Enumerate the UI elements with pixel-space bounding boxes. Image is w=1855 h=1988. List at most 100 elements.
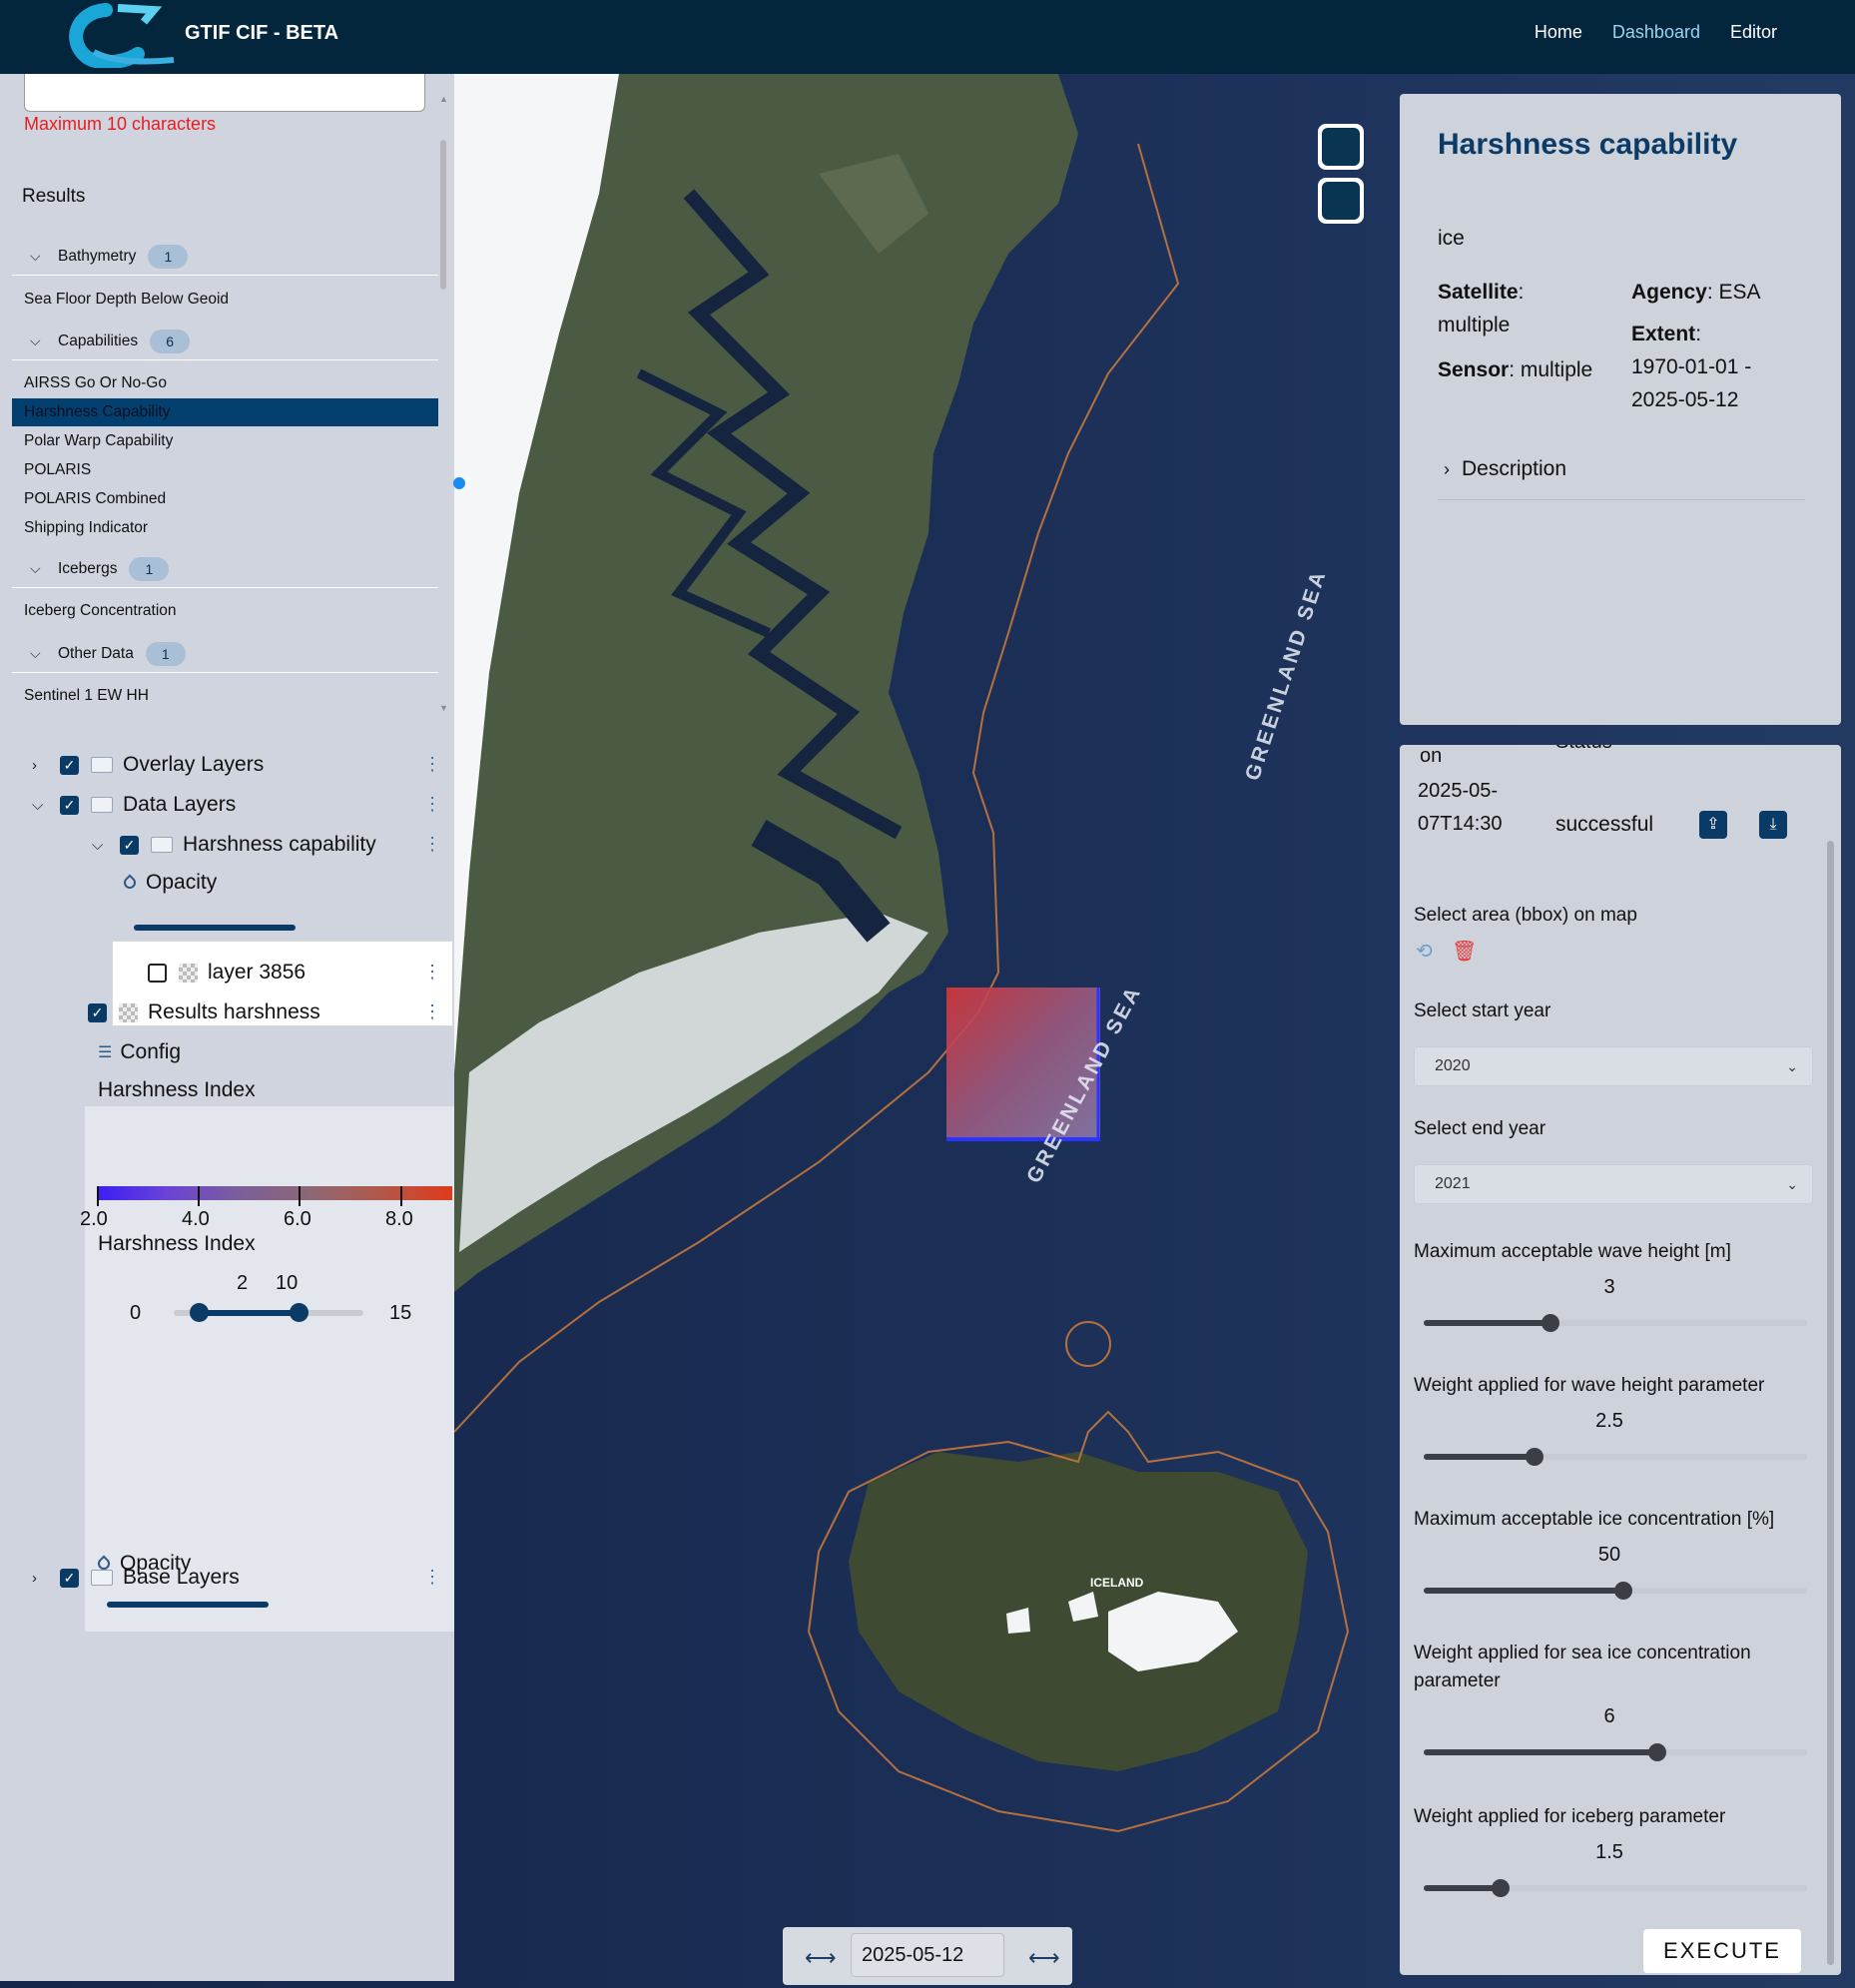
- execute-button[interactable]: EXECUTE: [1643, 1929, 1801, 1973]
- nav-home[interactable]: Home: [1535, 22, 1582, 43]
- app-logo[interactable]: [66, 2, 178, 68]
- description-toggle[interactable]: › Description: [1444, 457, 1566, 481]
- list-item[interactable]: POLARIS Combined: [24, 485, 166, 513]
- start-year-select[interactable]: 2020 ⌄: [1414, 1046, 1813, 1086]
- checkbox-unchecked[interactable]: [148, 963, 167, 983]
- upload-button[interactable]: ⇪: [1699, 811, 1727, 839]
- list-item[interactable]: Sentinel 1 EW HH: [24, 682, 149, 710]
- layer-data[interactable]: ⌵ ✓ Data Layers: [32, 789, 236, 821]
- range-low-value: 2: [237, 1272, 249, 1294]
- range-slider-low-handle[interactable]: [190, 1303, 209, 1322]
- checkbox-checked[interactable]: ✓: [60, 1568, 79, 1588]
- param-slider-handle[interactable]: [1648, 1743, 1667, 1761]
- trash-icon[interactable]: 🗑: [1452, 939, 1477, 964]
- compare-map-button[interactable]: [1318, 178, 1364, 224]
- panel-scrollbar[interactable]: [1827, 841, 1834, 1965]
- param-value: 3: [1603, 1276, 1615, 1298]
- results-scrollbar[interactable]: [440, 140, 446, 290]
- scroll-up-icon[interactable]: ▲: [439, 94, 448, 104]
- draw-bbox-icon[interactable]: ⟲: [1416, 939, 1433, 964]
- layer-base[interactable]: › ✓ Base Layers: [32, 1562, 240, 1594]
- nav-editor[interactable]: Editor: [1730, 22, 1777, 43]
- main-nav: Home Dashboard Editor: [1535, 22, 1777, 43]
- column-header-on: on: [1420, 745, 1443, 767]
- layer-harshness-group[interactable]: ⌵ ✓ Harshness capability: [92, 829, 376, 861]
- param-slider[interactable]: [1424, 1582, 1807, 1600]
- param-slider-fill: [1424, 1454, 1536, 1460]
- list-item[interactable]: Sea Floor Depth Below Geoid: [24, 286, 229, 314]
- range-high-value: 10: [276, 1272, 299, 1294]
- chevron-down-icon[interactable]: ⌵: [92, 837, 106, 854]
- param-slider[interactable]: [1424, 1879, 1807, 1897]
- chevron-right-icon[interactable]: ›: [32, 757, 46, 774]
- layer-label: Results harshness: [148, 1000, 320, 1023]
- layer-label: Base Layers: [123, 1566, 240, 1589]
- date-next-icon[interactable]: ⟷: [1028, 1945, 1060, 1971]
- add-map-button[interactable]: [1318, 124, 1364, 170]
- more-options-icon[interactable]: ⋮: [423, 1568, 441, 1586]
- chevron-right-icon: ›: [1444, 458, 1450, 479]
- param-slider-handle[interactable]: [1541, 1314, 1559, 1332]
- param-value: 2.5: [1595, 1410, 1623, 1432]
- job-date: 2025-05-07T14:30: [1418, 780, 1503, 835]
- chevron-right-icon[interactable]: ›: [32, 1570, 46, 1587]
- checkbox-checked[interactable]: ✓: [120, 835, 139, 855]
- list-item[interactable]: Iceberg Concentration: [24, 597, 177, 625]
- map-compare-icon: [1322, 182, 1360, 220]
- param-slider-handle[interactable]: [1491, 1879, 1510, 1897]
- checkbox-checked[interactable]: ✓: [88, 1002, 107, 1022]
- opacity-slider[interactable]: [107, 1602, 269, 1608]
- colorbar-label: 4.0: [182, 1208, 210, 1230]
- param-slider[interactable]: [1424, 1448, 1807, 1466]
- param-slider[interactable]: [1424, 1314, 1807, 1332]
- input-error-message: Maximum 10 characters: [24, 114, 217, 134]
- more-options-icon[interactable]: ⋮: [423, 795, 441, 813]
- chevron-down-icon[interactable]: ⌵: [32, 797, 46, 814]
- more-options-icon[interactable]: ⋮: [423, 835, 441, 853]
- param-slider-handle[interactable]: [1613, 1582, 1632, 1600]
- legend-title: Harshness Index: [98, 1078, 256, 1101]
- list-item[interactable]: Polar Warp Capability: [24, 427, 173, 455]
- opacity-slider[interactable]: [134, 925, 296, 931]
- range-slider-high-handle[interactable]: [290, 1303, 309, 1322]
- param-slider[interactable]: [1424, 1743, 1807, 1761]
- end-year-select[interactable]: 2021 ⌄: [1414, 1164, 1813, 1204]
- list-item[interactable]: AIRSS Go Or No-Go: [24, 369, 167, 397]
- checkbox-checked[interactable]: ✓: [60, 755, 79, 775]
- layer-overlay[interactable]: › ✓ Overlay Layers: [32, 749, 264, 781]
- colorbar-tick: [198, 1186, 200, 1206]
- checkbox-checked[interactable]: ✓: [60, 795, 79, 815]
- scroll-down-icon[interactable]: ▼: [439, 703, 448, 713]
- sliders-icon: ☰: [98, 1044, 113, 1061]
- count-badge: 1: [148, 244, 189, 269]
- param-label: Maximum acceptable ice concentration [%]: [1414, 1509, 1775, 1530]
- more-options-icon[interactable]: ⋮: [423, 963, 441, 981]
- list-item[interactable]: Shipping Indicator: [24, 514, 148, 542]
- download-button[interactable]: ⤓: [1759, 811, 1787, 839]
- raster-layer-icon: [179, 963, 198, 983]
- selected-indicator-dot: [453, 477, 465, 489]
- param-slider-handle[interactable]: [1526, 1448, 1545, 1466]
- list-item-selected[interactable]: Harshness Capability: [12, 398, 438, 426]
- date-prev-icon[interactable]: ⟷: [805, 1945, 837, 1971]
- more-options-icon[interactable]: ⋮: [423, 755, 441, 773]
- range-max-label: 15: [389, 1302, 412, 1324]
- group-capabilities[interactable]: ⌵ Capabilities 6: [12, 323, 438, 360]
- colorbar-label: 8.0: [385, 1208, 413, 1230]
- date-input[interactable]: 2025-05-12: [851, 1933, 1004, 1977]
- config-heading[interactable]: ☰ Config: [98, 1040, 181, 1064]
- list-item[interactable]: POLARIS: [24, 456, 91, 484]
- layer-label: layer 3856: [208, 961, 307, 984]
- group-bathymetry[interactable]: ⌵ Bathymetry 1: [12, 238, 438, 276]
- group-other-data[interactable]: ⌵ Other Data 1: [12, 635, 438, 673]
- param-value: 1.5: [1595, 1841, 1623, 1863]
- count-badge: 1: [129, 556, 170, 581]
- layer-3856[interactable]: layer 3856: [148, 957, 306, 989]
- group-icebergs[interactable]: ⌵ Icebergs 1: [12, 550, 438, 588]
- layer-results-harshness[interactable]: ✓ Results harshness: [88, 996, 320, 1028]
- nav-dashboard[interactable]: Dashboard: [1612, 22, 1700, 43]
- process-panel: on Status 2025-05-07T14:30 successful ⇪ …: [1400, 745, 1841, 1975]
- folder-icon: [91, 1570, 113, 1586]
- more-options-icon[interactable]: ⋮: [423, 1002, 441, 1020]
- name-input[interactable]: [24, 74, 425, 112]
